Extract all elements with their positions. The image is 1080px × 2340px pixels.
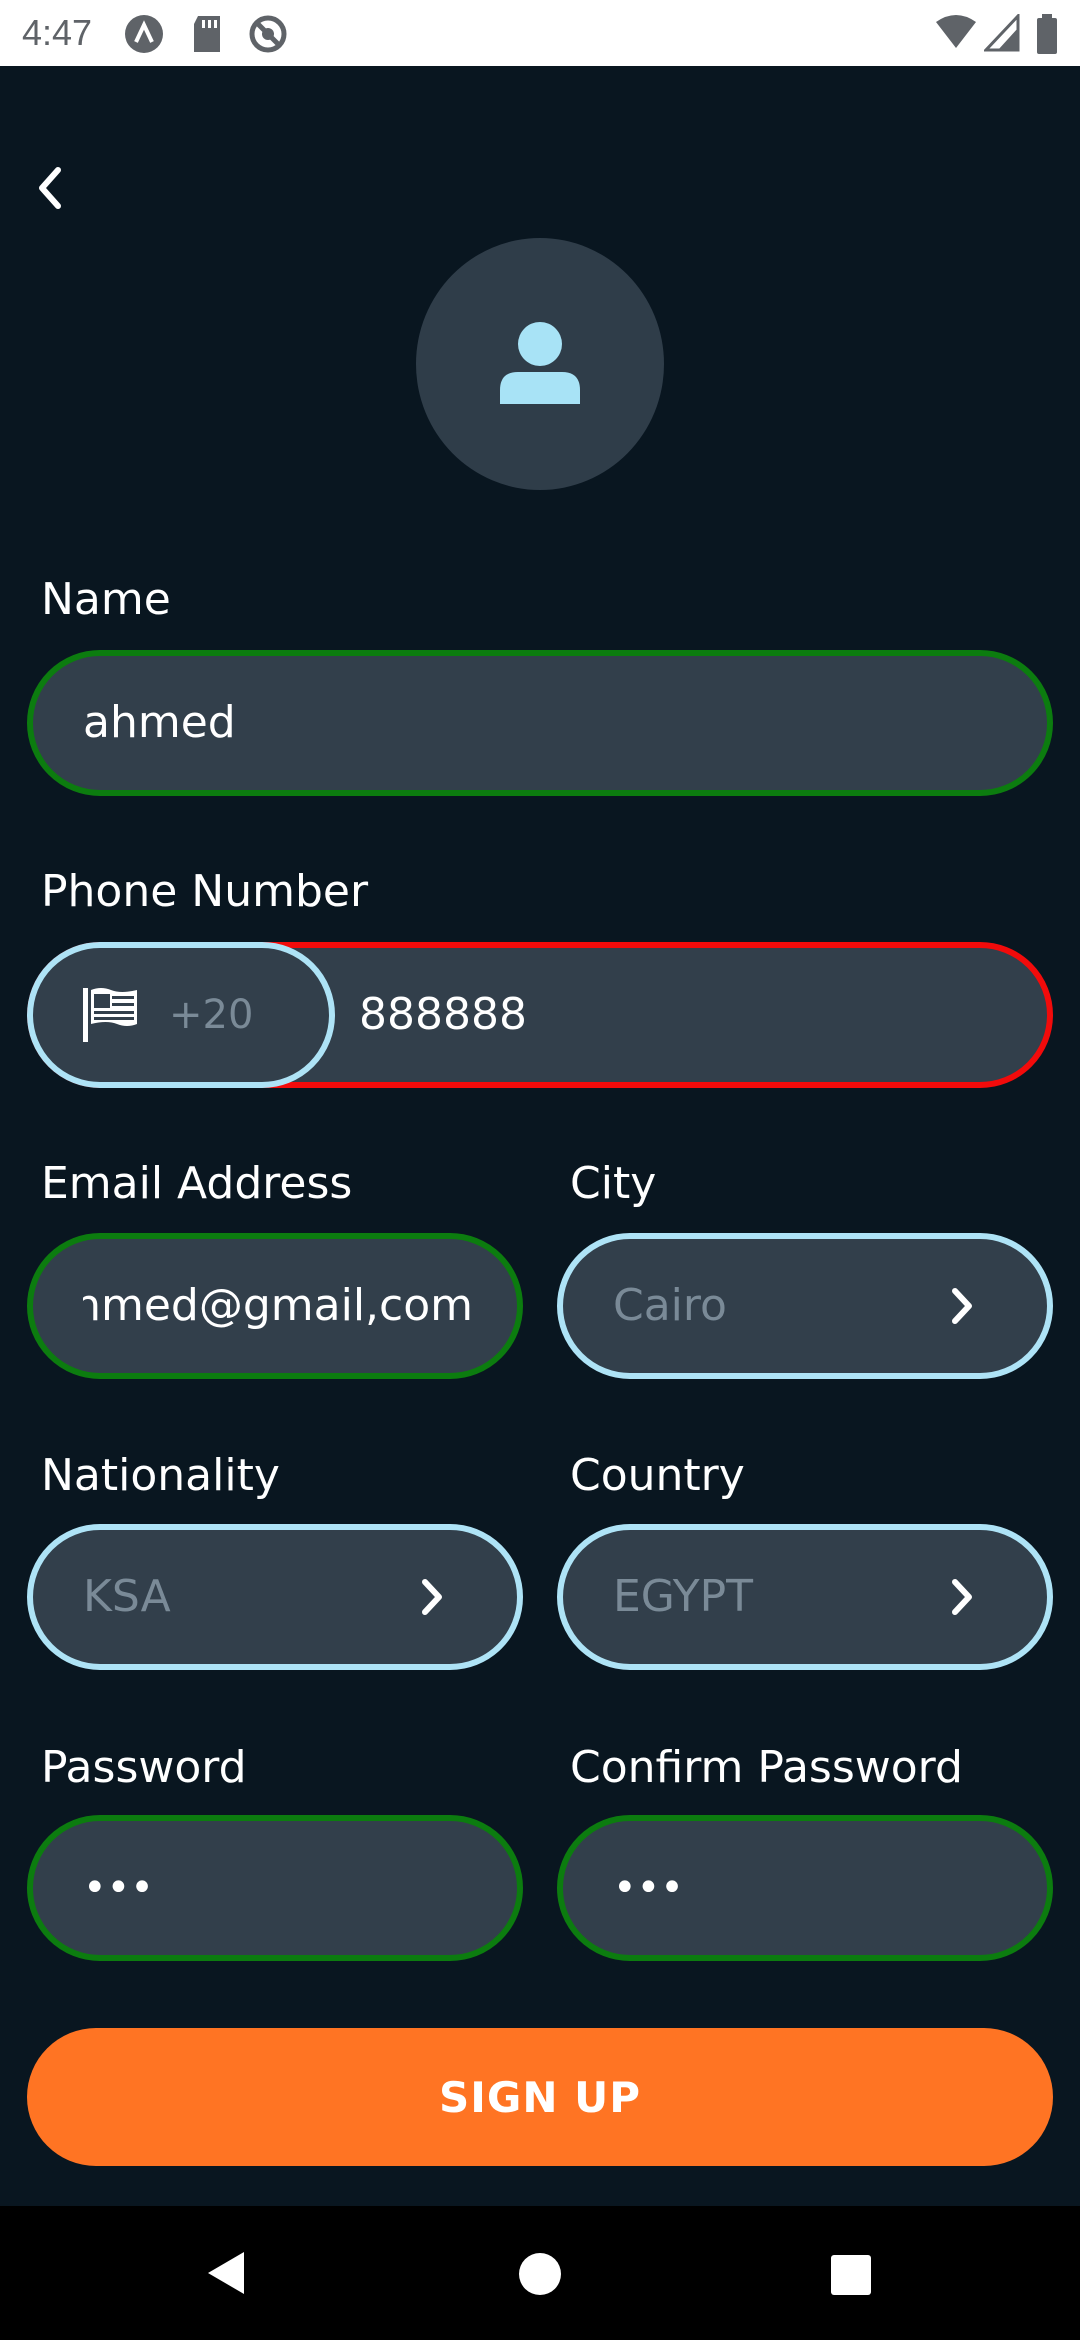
chevron-right-icon [422,1579,442,1615]
app-a-icon [124,14,164,59]
home-circle-icon[interactable] [518,2252,562,2301]
flag-icon [83,988,137,1042]
country-label: Country [570,1450,745,1501]
name-field[interactable]: ahmed [27,650,1053,796]
battery-icon [1036,14,1058,59]
confirm-password-value: ••• [613,1865,684,1911]
chevron-right-icon [952,1579,972,1615]
country-placeholder: EGYPT [613,1571,753,1622]
country-code-selector[interactable]: +20 [27,942,335,1088]
status-bar: 4:47 [0,0,1080,66]
password-value: ••• [83,1865,154,1911]
name-value: ahmed [83,697,236,748]
wifi-icon [934,14,978,55]
email-value: ahmed@gmail,com [83,1280,473,1331]
recents-square-icon[interactable] [830,2254,872,2301]
confirm-password-field[interactable]: ••• [557,1815,1053,1961]
no-sync-icon [248,14,288,59]
cell-signal-icon [982,12,1020,57]
chevron-left-icon [39,167,61,209]
email-label: Email Address [41,1158,353,1209]
password-label: Password [41,1742,247,1793]
city-placeholder: Cairo [613,1280,727,1331]
status-time: 4:47 [22,12,93,53]
nationality-selector[interactable]: KSA [27,1524,523,1670]
nationality-placeholder: KSA [83,1571,171,1622]
nationality-label: Nationality [41,1450,280,1501]
chevron-right-icon [952,1288,972,1324]
phone-value: 888888 [359,989,527,1040]
country-selector[interactable]: EGYPT [557,1524,1053,1670]
sd-card-icon [190,14,224,59]
confirm-password-label: Confirm Password [570,1742,963,1793]
sign-up-button[interactable]: SIGN UP [27,2028,1053,2166]
avatar-button[interactable] [416,238,664,490]
back-button[interactable] [30,160,74,216]
name-label: Name [41,574,171,625]
navigation-bar [0,2206,1080,2340]
city-selector[interactable]: Cairo [557,1233,1053,1379]
country-code-value: +20 [169,992,254,1038]
person-icon [500,322,580,404]
email-field[interactable]: ahmed@gmail,com [27,1233,523,1379]
back-triangle-icon[interactable] [204,2250,248,2301]
password-field[interactable]: ••• [27,1815,523,1961]
phone-label: Phone Number [41,866,369,917]
city-label: City [570,1158,657,1209]
